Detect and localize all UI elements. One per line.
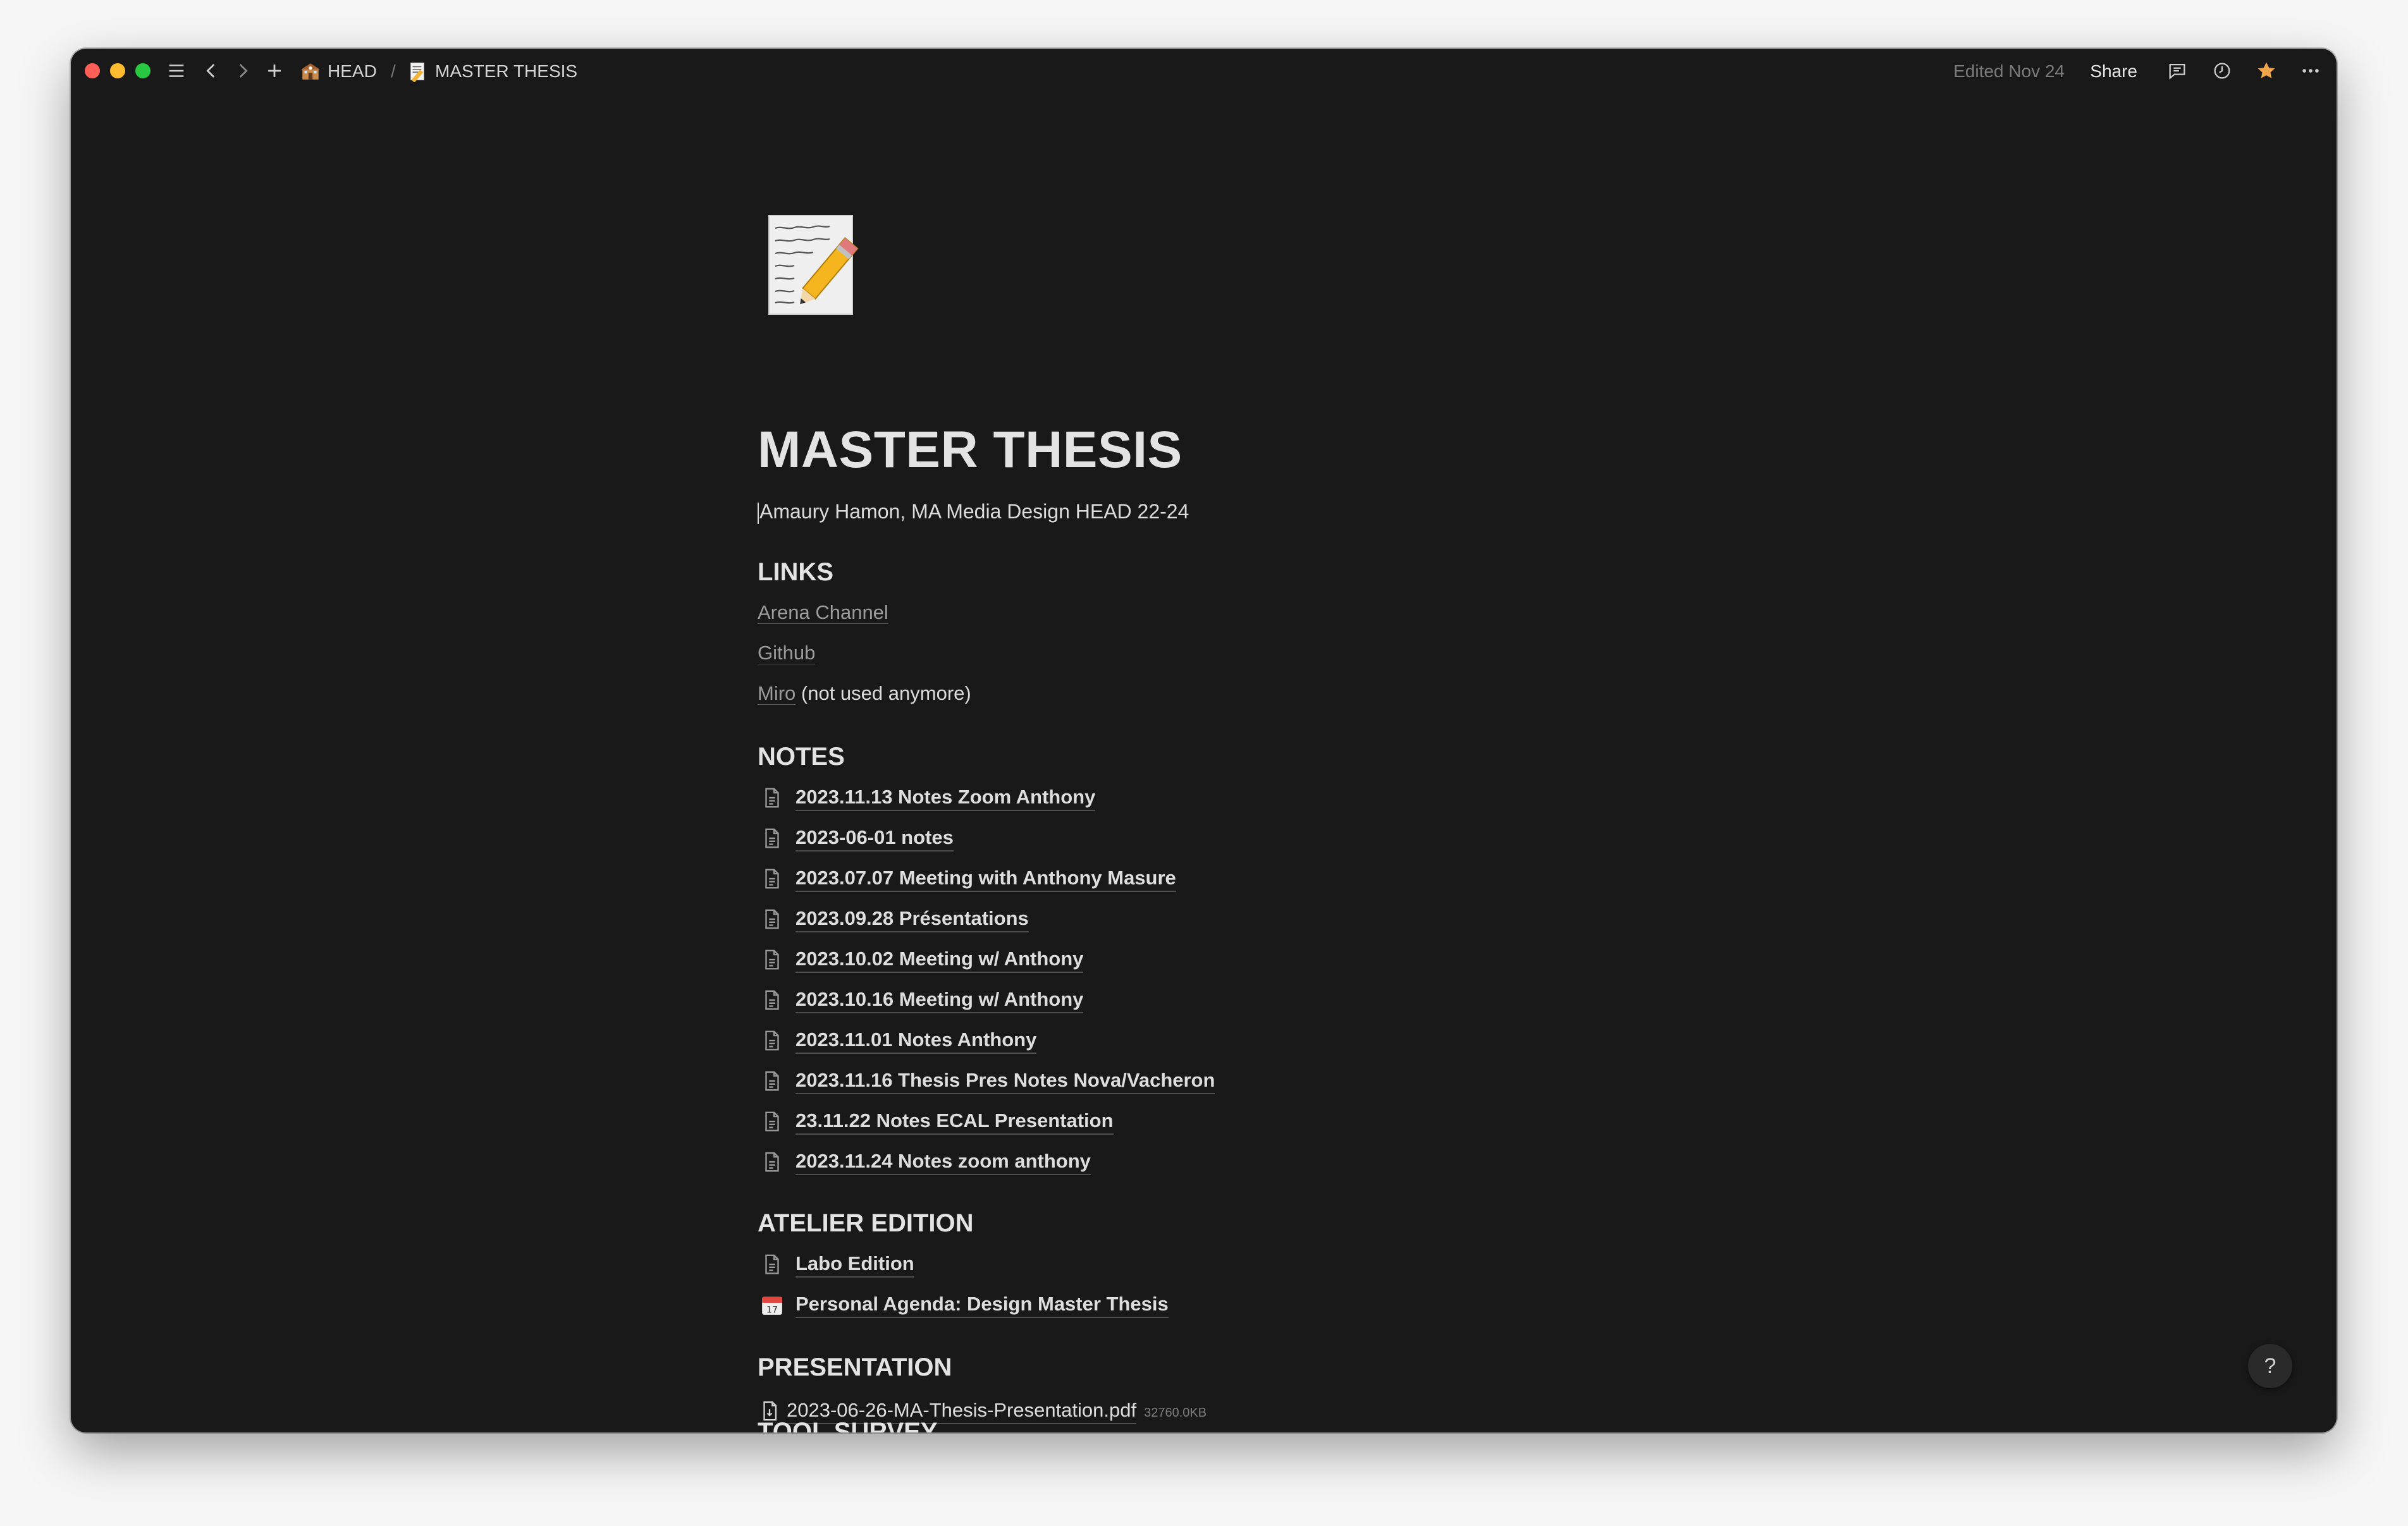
links-heading: LINKS xyxy=(758,558,833,586)
note-page-link[interactable]: 2023.09.28 Présentations xyxy=(760,903,1029,935)
miro-note: (not used anymore) xyxy=(801,682,971,704)
note-page-label: 2023.09.28 Présentations xyxy=(796,906,1029,932)
memo-pencil-icon xyxy=(407,61,429,83)
note-page-label: 2023.11.01 Notes Anthony xyxy=(796,1027,1037,1054)
breadcrumb-parent[interactable]: HEAD xyxy=(300,59,377,84)
help-button[interactable]: ? xyxy=(2248,1344,2292,1388)
miro-link[interactable]: Miro xyxy=(758,682,796,705)
breadcrumb-current-label: MASTER THESIS xyxy=(435,61,578,81)
arena-channel-link[interactable]: Arena Channel xyxy=(758,599,888,626)
calendar-icon: 17 xyxy=(760,1293,784,1317)
edited-timestamp: Edited Nov 24 xyxy=(1953,61,2065,81)
arena-channel-label: Arena Channel xyxy=(758,601,888,624)
github-label: Github xyxy=(758,642,816,664)
presentation-heading: PRESENTATION xyxy=(758,1353,952,1381)
top-bar: HEAD / MASTER THESIS Edited Nov 24 Share xyxy=(71,49,2337,93)
note-page-link[interactable]: 2023.11.13 Notes Zoom Anthony xyxy=(760,782,1096,814)
more-options-icon[interactable] xyxy=(2300,60,2321,82)
labo-edition-link[interactable]: Labo Edition xyxy=(760,1248,914,1280)
breadcrumb-separator: / xyxy=(391,61,396,81)
calendar-day: 17 xyxy=(766,1305,778,1315)
note-page-label: 2023-06-01 notes xyxy=(796,825,954,852)
note-page-link[interactable]: 2023.10.16 Meeting w/ Anthony xyxy=(760,984,1084,1016)
breadcrumb-parent-label: HEAD xyxy=(328,61,377,81)
comments-icon[interactable] xyxy=(2166,60,2188,82)
text-caret xyxy=(758,502,759,524)
breadcrumb-current[interactable]: MASTER THESIS xyxy=(407,59,577,84)
note-page-link[interactable]: 2023.10.02 Meeting w/ Anthony xyxy=(760,944,1084,975)
maximize-window-button[interactable] xyxy=(135,63,150,78)
history-clock-icon[interactable] xyxy=(2211,60,2233,82)
notes-heading: NOTES xyxy=(758,743,845,771)
note-page-label: 2023.10.02 Meeting w/ Anthony xyxy=(796,946,1084,973)
note-page-link[interactable]: 2023-06-01 notes xyxy=(760,822,954,854)
share-button[interactable]: Share xyxy=(2090,59,2137,84)
page-document-icon xyxy=(760,1029,784,1053)
note-page-link[interactable]: 23.11.22 Notes ECAL Presentation xyxy=(760,1106,1114,1137)
back-arrow-icon[interactable] xyxy=(200,60,222,82)
page-document-icon xyxy=(760,1109,784,1133)
page-document-icon xyxy=(760,988,784,1012)
tool-survey-heading: TOOL SURVEY xyxy=(758,1418,938,1432)
forward-arrow-icon[interactable] xyxy=(232,60,254,82)
note-page-label: 2023.07.07 Meeting with Anthony Masure xyxy=(796,865,1176,892)
note-page-link[interactable]: 2023.07.07 Meeting with Anthony Masure xyxy=(760,863,1176,894)
miro-row: Miro (not used anymore) xyxy=(758,680,971,707)
note-page-label: 2023.11.24 Notes zoom anthony xyxy=(796,1149,1091,1175)
note-page-link[interactable]: 2023.11.16 Thesis Pres Notes Nova/Vacher… xyxy=(760,1065,1215,1097)
page-document-icon xyxy=(760,1252,784,1276)
note-page-link[interactable]: 2023.11.01 Notes Anthony xyxy=(760,1025,1037,1056)
page-document-icon xyxy=(760,948,784,972)
note-page-link[interactable]: 2023.11.24 Notes zoom anthony xyxy=(760,1146,1091,1178)
page-document-icon xyxy=(760,1069,784,1093)
minimize-window-button[interactable] xyxy=(110,63,125,78)
page-document-icon xyxy=(760,826,784,850)
page-title[interactable]: MASTER THESIS xyxy=(758,418,1182,482)
close-window-button[interactable] xyxy=(85,63,100,78)
github-link[interactable]: Github xyxy=(758,639,816,667)
page-subtitle-text: Amaury Hamon, MA Media Design HEAD 22-24 xyxy=(759,500,1189,523)
note-page-label: 23.11.22 Notes ECAL Presentation xyxy=(796,1108,1114,1135)
page-document-icon xyxy=(760,1150,784,1174)
app-window: HEAD / MASTER THESIS Edited Nov 24 Share xyxy=(71,49,2337,1432)
page-document-icon xyxy=(760,786,784,810)
note-page-label: 2023.11.13 Notes Zoom Anthony xyxy=(796,784,1096,811)
note-page-label: 2023.10.16 Meeting w/ Anthony xyxy=(796,987,1084,1013)
atelier-edition-heading: ATELIER EDITION xyxy=(758,1209,974,1237)
favorite-star-icon[interactable] xyxy=(2256,60,2277,82)
page-document-icon xyxy=(760,907,784,931)
page-document-icon xyxy=(760,867,784,891)
new-page-plus-icon[interactable] xyxy=(264,60,285,82)
labo-edition-label: Labo Edition xyxy=(796,1251,914,1278)
personal-agenda-link[interactable]: 17 Personal Agenda: Design Master Thesis xyxy=(760,1289,1169,1321)
sidebar-menu-icon[interactable] xyxy=(166,60,187,82)
page-subtitle[interactable]: Amaury Hamon, MA Media Design HEAD 22-24 xyxy=(758,497,1189,525)
note-page-label: 2023.11.16 Thesis Pres Notes Nova/Vacher… xyxy=(796,1068,1215,1094)
school-building-icon xyxy=(300,61,321,82)
pdf-file-size: 32760.0KB xyxy=(1144,1405,1207,1420)
personal-agenda-label: Personal Agenda: Design Master Thesis xyxy=(796,1291,1169,1318)
page-emoji-memo-icon[interactable] xyxy=(766,214,861,315)
